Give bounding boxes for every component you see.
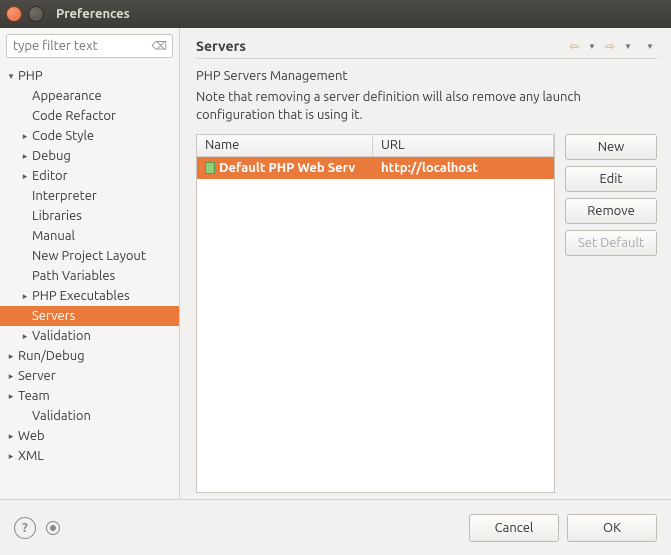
tree-item[interactable]: Validation — [0, 406, 179, 426]
twisty-closed-icon[interactable]: ▸ — [20, 131, 30, 142]
cell-url: http://localhost — [373, 161, 554, 175]
twisty-closed-icon[interactable]: ▸ — [20, 151, 30, 162]
header-nav: ⇦ ▼ ⇨ ▼ ▼ — [567, 39, 657, 53]
tree-item[interactable]: ▸Web — [0, 426, 179, 446]
tree-item-label: Validation — [32, 409, 91, 423]
tree-item-label: XML — [18, 449, 44, 463]
new-button[interactable]: New — [565, 134, 657, 160]
status-icon[interactable] — [46, 521, 60, 535]
preferences-tree[interactable]: ▾PHPAppearanceCode Refactor▸Code Style▸D… — [0, 64, 179, 499]
servers-table: Name URL Default PHP Web Serv http://loca… — [196, 134, 555, 493]
remove-button[interactable]: Remove — [565, 198, 657, 224]
tree-item[interactable]: ▸Server — [0, 366, 179, 386]
tree-item[interactable]: ▸Debug — [0, 146, 179, 166]
cell-name-text: Default PHP Web Serv — [219, 161, 355, 175]
nav-menu-icon[interactable]: ▼ — [643, 39, 657, 53]
tree-item-label: Run/Debug — [18, 349, 85, 363]
set-default-button[interactable]: Set Default — [565, 230, 657, 256]
twisty-closed-icon[interactable]: ▸ — [6, 351, 16, 362]
tree-item-label: Web — [18, 429, 45, 443]
nav-forward-icon[interactable]: ⇨ — [603, 39, 617, 53]
minimize-icon[interactable] — [28, 6, 44, 22]
tree-item[interactable]: New Project Layout — [0, 246, 179, 266]
tree-item-label: PHP — [18, 69, 43, 83]
tree-item[interactable]: Servers — [0, 306, 179, 326]
page-note: Note that removing a server definition w… — [196, 89, 657, 124]
cell-name: Default PHP Web Serv — [197, 161, 373, 175]
tree-item-label: Servers — [32, 309, 75, 323]
tree-item[interactable]: Manual — [0, 226, 179, 246]
tree-item[interactable]: ▸Validation — [0, 326, 179, 346]
tree-item-label: Debug — [32, 149, 71, 163]
tree-item-label: PHP Executables — [32, 289, 130, 303]
twisty-closed-icon[interactable]: ▸ — [20, 331, 30, 342]
nav-back-icon[interactable]: ⇦ — [567, 39, 581, 53]
filter-input[interactable] — [6, 34, 173, 58]
window-title: Preferences — [56, 7, 130, 21]
cancel-button[interactable]: Cancel — [469, 514, 559, 542]
twisty-closed-icon[interactable]: ▸ — [20, 291, 30, 302]
column-header-url[interactable]: URL — [373, 135, 554, 156]
tree-item[interactable]: ▾PHP — [0, 66, 179, 86]
twisty-closed-icon[interactable]: ▸ — [6, 371, 16, 382]
page-description: PHP Servers Management — [196, 69, 657, 83]
nav-back-menu-icon[interactable]: ▼ — [585, 39, 599, 53]
title-bar: Preferences — [0, 0, 671, 28]
tree-item[interactable]: Appearance — [0, 86, 179, 106]
tree-item[interactable]: ▸PHP Executables — [0, 286, 179, 306]
tree-item-label: Validation — [32, 329, 91, 343]
tree-item[interactable]: Interpreter — [0, 186, 179, 206]
tree-item-label: Interpreter — [32, 189, 97, 203]
tree-item[interactable]: Path Variables — [0, 266, 179, 286]
main-panel: Servers ⇦ ▼ ⇨ ▼ ▼ PHP Servers Management… — [180, 28, 671, 499]
twisty-closed-icon[interactable]: ▸ — [6, 451, 16, 462]
tree-item-label: Team — [18, 389, 50, 403]
tree-item-label: Libraries — [32, 209, 82, 223]
tree-item-label: Editor — [32, 169, 68, 183]
tree-item-label: Server — [18, 369, 56, 383]
dialog-footer: ? Cancel OK — [0, 499, 671, 555]
nav-forward-menu-icon[interactable]: ▼ — [621, 39, 635, 53]
tree-item-label: Path Variables — [32, 269, 115, 283]
tree-item-label: Appearance — [32, 89, 102, 103]
help-icon[interactable]: ? — [14, 517, 36, 539]
close-icon[interactable] — [6, 6, 22, 22]
tree-item[interactable]: ▸XML — [0, 446, 179, 466]
tree-item[interactable]: ▸Code Style — [0, 126, 179, 146]
clear-filter-icon[interactable]: ⌫ — [151, 40, 167, 53]
table-row[interactable]: Default PHP Web Serv http://localhost — [197, 157, 554, 179]
page-title: Servers — [196, 38, 246, 54]
twisty-open-icon[interactable]: ▾ — [6, 71, 16, 82]
tree-item-label: New Project Layout — [32, 249, 146, 263]
twisty-closed-icon[interactable]: ▸ — [6, 391, 16, 402]
tree-item[interactable]: ▸Editor — [0, 166, 179, 186]
tree-item-label: Code Refactor — [32, 109, 116, 123]
tree-item[interactable]: Code Refactor — [0, 106, 179, 126]
tree-item[interactable]: ▸Run/Debug — [0, 346, 179, 366]
edit-button[interactable]: Edit — [565, 166, 657, 192]
sidebar: ⌫ ▾PHPAppearanceCode Refactor▸Code Style… — [0, 28, 180, 499]
tree-item[interactable]: Libraries — [0, 206, 179, 226]
tree-item-label: Code Style — [32, 129, 94, 143]
column-header-name[interactable]: Name — [197, 135, 373, 156]
twisty-closed-icon[interactable]: ▸ — [20, 171, 30, 182]
server-icon — [205, 162, 215, 174]
tree-item[interactable]: ▸Team — [0, 386, 179, 406]
twisty-closed-icon[interactable]: ▸ — [6, 431, 16, 442]
tree-item-label: Manual — [32, 229, 75, 243]
ok-button[interactable]: OK — [567, 514, 657, 542]
